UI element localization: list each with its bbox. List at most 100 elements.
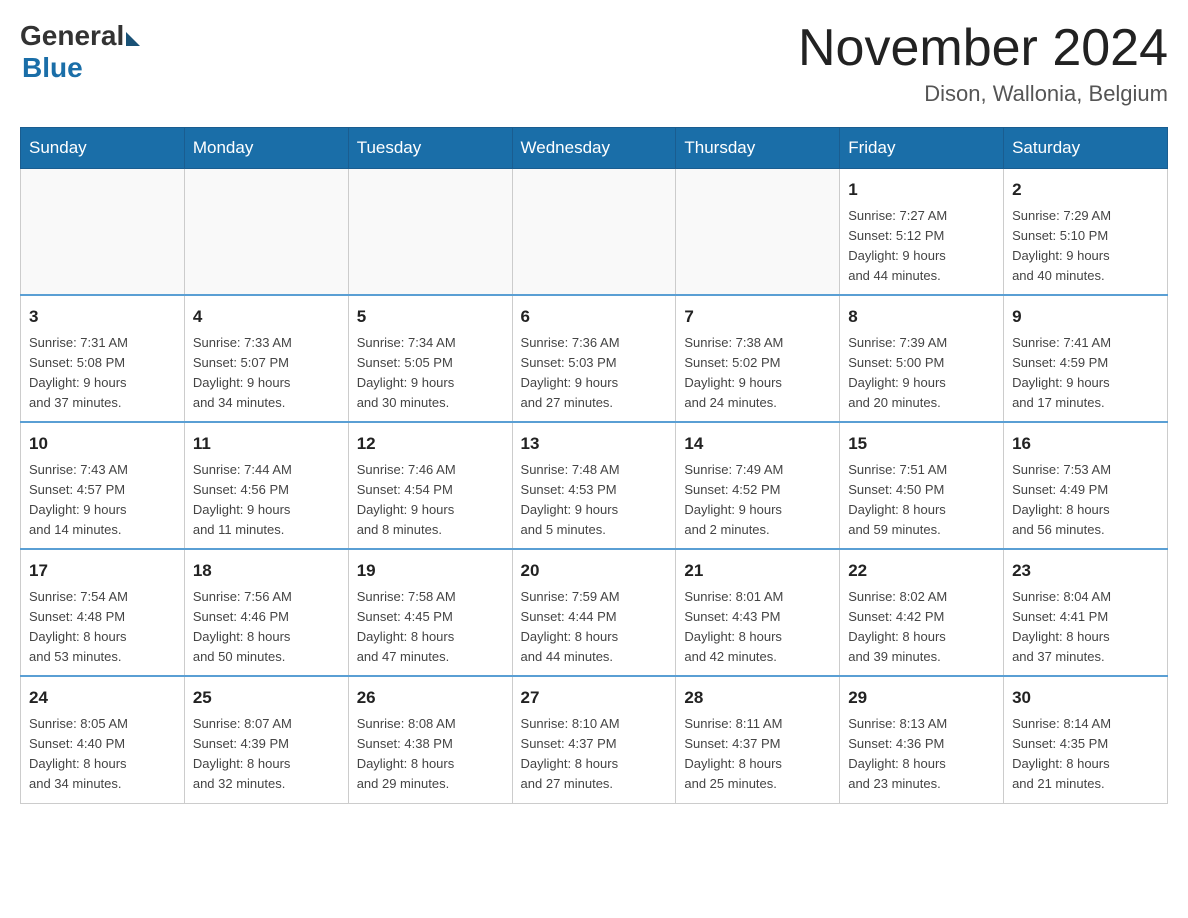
day-number: 28 xyxy=(684,685,831,711)
calendar-cell: 30Sunrise: 8:14 AM Sunset: 4:35 PM Dayli… xyxy=(1004,676,1168,803)
week-row-2: 10Sunrise: 7:43 AM Sunset: 4:57 PM Dayli… xyxy=(21,422,1168,549)
calendar-cell: 4 Sunrise: 7:33 AM Sunset: 5:07 PM Daylig… xyxy=(184,295,348,422)
calendar-cell: 21 Sunrise: 8:01 AM Sunset: 4:43 PM Dayli… xyxy=(676,549,840,676)
calendar-cell: 14Sunrise: 7:49 AM Sunset: 4:52 PM Dayli… xyxy=(676,422,840,549)
day-number: 13 xyxy=(521,431,668,457)
day-info: Sunrise: 7:39 AM Sunset: 5:00 PM Dayligh… xyxy=(848,333,995,414)
logo-blue-text: Blue xyxy=(22,52,83,84)
weekday-header-row: SundayMondayTuesdayWednesdayThursdayFrid… xyxy=(21,128,1168,169)
page-header: General Blue November 2024 Dison, Wallon… xyxy=(20,20,1168,107)
day-number: 21 xyxy=(684,558,831,584)
day-number: 7 xyxy=(684,304,831,330)
calendar-cell: 9 Sunrise: 7:41 AM Sunset: 4:59 PM Daylig… xyxy=(1004,295,1168,422)
day-number: 5 xyxy=(357,304,504,330)
day-info: Sunrise: 7:34 AM Sunset: 5:05 PM Dayligh… xyxy=(357,333,504,414)
day-number: 23 xyxy=(1012,558,1159,584)
calendar-cell: 18 Sunrise: 7:56 AM Sunset: 4:46 PM Dayli… xyxy=(184,549,348,676)
calendar-table: SundayMondayTuesdayWednesdayThursdayFrid… xyxy=(20,127,1168,803)
day-number: 6 xyxy=(521,304,668,330)
day-info: Sunrise: 7:41 AM Sunset: 4:59 PM Dayligh… xyxy=(1012,333,1159,414)
day-info: Sunrise: 8:02 AM Sunset: 4:42 PM Dayligh… xyxy=(848,587,995,668)
day-number: 24 xyxy=(29,685,176,711)
calendar-cell: 3Sunrise: 7:31 AM Sunset: 5:08 PM Daylig… xyxy=(21,295,185,422)
day-info: Sunrise: 7:27 AM Sunset: 5:12 PM Dayligh… xyxy=(848,206,995,287)
day-info: Sunrise: 7:56 AM Sunset: 4:46 PM Dayligh… xyxy=(193,587,340,668)
day-info: Sunrise: 8:13 AM Sunset: 4:36 PM Dayligh… xyxy=(848,714,995,795)
day-number: 9 xyxy=(1012,304,1159,330)
day-number: 29 xyxy=(848,685,995,711)
day-info: Sunrise: 7:31 AM Sunset: 5:08 PM Dayligh… xyxy=(29,333,176,414)
day-info: Sunrise: 7:58 AM Sunset: 4:45 PM Dayligh… xyxy=(357,587,504,668)
calendar-cell: 1 Sunrise: 7:27 AM Sunset: 5:12 PM Daylig… xyxy=(840,169,1004,296)
weekday-header-wednesday: Wednesday xyxy=(512,128,676,169)
calendar-cell: 28 Sunrise: 8:11 AM Sunset: 4:37 PM Dayli… xyxy=(676,676,840,803)
day-info: Sunrise: 8:07 AM Sunset: 4:39 PM Dayligh… xyxy=(193,714,340,795)
day-number: 25 xyxy=(193,685,340,711)
weekday-header-sunday: Sunday xyxy=(21,128,185,169)
day-info: Sunrise: 7:36 AM Sunset: 5:03 PM Dayligh… xyxy=(521,333,668,414)
week-row-3: 17 Sunrise: 7:54 AM Sunset: 4:48 PM Dayli… xyxy=(21,549,1168,676)
day-number: 2 xyxy=(1012,177,1159,203)
day-number: 10 xyxy=(29,431,176,457)
day-number: 27 xyxy=(521,685,668,711)
calendar-cell: 8 Sunrise: 7:39 AM Sunset: 5:00 PM Daylig… xyxy=(840,295,1004,422)
logo: General Blue xyxy=(20,20,140,84)
week-row-0: 1 Sunrise: 7:27 AM Sunset: 5:12 PM Daylig… xyxy=(21,169,1168,296)
logo-arrow-icon xyxy=(126,32,140,46)
day-number: 4 xyxy=(193,304,340,330)
day-info: Sunrise: 8:08 AM Sunset: 4:38 PM Dayligh… xyxy=(357,714,504,795)
day-info: Sunrise: 7:54 AM Sunset: 4:48 PM Dayligh… xyxy=(29,587,176,668)
day-number: 14 xyxy=(684,431,831,457)
week-row-1: 3Sunrise: 7:31 AM Sunset: 5:08 PM Daylig… xyxy=(21,295,1168,422)
title-section: November 2024 Dison, Wallonia, Belgium xyxy=(798,20,1168,107)
day-number: 1 xyxy=(848,177,995,203)
weekday-header-tuesday: Tuesday xyxy=(348,128,512,169)
day-number: 30 xyxy=(1012,685,1159,711)
calendar-cell: 5 Sunrise: 7:34 AM Sunset: 5:05 PM Daylig… xyxy=(348,295,512,422)
calendar-cell: 24 Sunrise: 8:05 AM Sunset: 4:40 PM Dayli… xyxy=(21,676,185,803)
calendar-cell: 12Sunrise: 7:46 AM Sunset: 4:54 PM Dayli… xyxy=(348,422,512,549)
day-info: Sunrise: 7:53 AM Sunset: 4:49 PM Dayligh… xyxy=(1012,460,1159,541)
day-number: 26 xyxy=(357,685,504,711)
day-info: Sunrise: 8:11 AM Sunset: 4:37 PM Dayligh… xyxy=(684,714,831,795)
calendar-cell xyxy=(512,169,676,296)
calendar-cell: 11Sunrise: 7:44 AM Sunset: 4:56 PM Dayli… xyxy=(184,422,348,549)
day-number: 8 xyxy=(848,304,995,330)
calendar-cell: 2Sunrise: 7:29 AM Sunset: 5:10 PM Daylig… xyxy=(1004,169,1168,296)
calendar-cell: 15 Sunrise: 7:51 AM Sunset: 4:50 PM Dayli… xyxy=(840,422,1004,549)
day-info: Sunrise: 8:05 AM Sunset: 4:40 PM Dayligh… xyxy=(29,714,176,795)
day-info: Sunrise: 8:10 AM Sunset: 4:37 PM Dayligh… xyxy=(521,714,668,795)
day-number: 17 xyxy=(29,558,176,584)
calendar-cell: 6 Sunrise: 7:36 AM Sunset: 5:03 PM Daylig… xyxy=(512,295,676,422)
calendar-cell xyxy=(676,169,840,296)
calendar-cell: 19Sunrise: 7:58 AM Sunset: 4:45 PM Dayli… xyxy=(348,549,512,676)
weekday-header-friday: Friday xyxy=(840,128,1004,169)
calendar-cell: 7Sunrise: 7:38 AM Sunset: 5:02 PM Daylig… xyxy=(676,295,840,422)
day-number: 22 xyxy=(848,558,995,584)
day-info: Sunrise: 7:51 AM Sunset: 4:50 PM Dayligh… xyxy=(848,460,995,541)
day-number: 12 xyxy=(357,431,504,457)
calendar-cell: 27 Sunrise: 8:10 AM Sunset: 4:37 PM Dayli… xyxy=(512,676,676,803)
logo-general-text: General xyxy=(20,20,124,52)
calendar-cell: 17 Sunrise: 7:54 AM Sunset: 4:48 PM Dayli… xyxy=(21,549,185,676)
calendar-cell: 23 Sunrise: 8:04 AM Sunset: 4:41 PM Dayli… xyxy=(1004,549,1168,676)
weekday-header-monday: Monday xyxy=(184,128,348,169)
day-info: Sunrise: 8:04 AM Sunset: 4:41 PM Dayligh… xyxy=(1012,587,1159,668)
calendar-cell: 13Sunrise: 7:48 AM Sunset: 4:53 PM Dayli… xyxy=(512,422,676,549)
day-info: Sunrise: 7:33 AM Sunset: 5:07 PM Dayligh… xyxy=(193,333,340,414)
day-info: Sunrise: 8:01 AM Sunset: 4:43 PM Dayligh… xyxy=(684,587,831,668)
calendar-cell xyxy=(184,169,348,296)
day-number: 18 xyxy=(193,558,340,584)
weekday-header-saturday: Saturday xyxy=(1004,128,1168,169)
month-title: November 2024 xyxy=(798,20,1168,77)
day-info: Sunrise: 7:59 AM Sunset: 4:44 PM Dayligh… xyxy=(521,587,668,668)
day-number: 20 xyxy=(521,558,668,584)
calendar-cell: 26 Sunrise: 8:08 AM Sunset: 4:38 PM Dayli… xyxy=(348,676,512,803)
day-number: 15 xyxy=(848,431,995,457)
calendar-cell: 22 Sunrise: 8:02 AM Sunset: 4:42 PM Dayli… xyxy=(840,549,1004,676)
day-number: 16 xyxy=(1012,431,1159,457)
calendar-cell: 25 Sunrise: 8:07 AM Sunset: 4:39 PM Dayli… xyxy=(184,676,348,803)
calendar-cell: 16 Sunrise: 7:53 AM Sunset: 4:49 PM Dayli… xyxy=(1004,422,1168,549)
day-number: 11 xyxy=(193,431,340,457)
calendar-cell xyxy=(21,169,185,296)
